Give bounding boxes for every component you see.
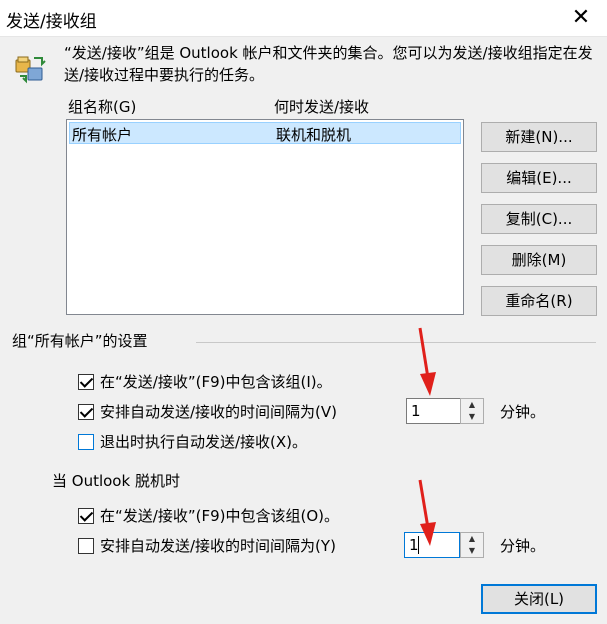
rename-button[interactable]: 重命名(R) (481, 286, 597, 316)
intro-text: “发送/接收”组是 Outlook 帐户和文件夹的集合。您可以为发送/接收组指定… (64, 44, 593, 84)
send-receive-icon (14, 52, 48, 86)
list-item-name: 所有帐户 (72, 126, 133, 144)
group-divider (196, 342, 596, 343)
spin-down-icon[interactable]: ▼ (461, 411, 483, 423)
list-item[interactable]: 所有帐户 联机和脱机 (69, 122, 461, 144)
on-exit-checkbox[interactable] (78, 434, 94, 450)
annotation-arrow-icon (418, 327, 436, 396)
offline-schedule-label[interactable]: 安排自动发送/接收的时间间隔为(Y) (100, 535, 336, 556)
schedule-label[interactable]: 安排自动发送/接收的时间间隔为(V) (100, 401, 337, 422)
offline-include-label[interactable]: 在“发送/接收”(F9)中包含该组(O)。 (100, 505, 339, 526)
column-header-name[interactable]: 组名称(G) (68, 96, 136, 117)
offline-include-checkbox[interactable] (78, 508, 94, 524)
schedule-checkbox[interactable] (78, 404, 94, 420)
schedule-unit: 分钟。 (500, 403, 546, 421)
copy-button[interactable]: 复制(C)... (481, 204, 597, 234)
edit-button[interactable]: 编辑(E)... (481, 163, 597, 193)
spin-up-icon[interactable]: ▲ (461, 399, 483, 411)
close-button[interactable]: 关闭(L) (481, 584, 597, 614)
include-group-checkbox[interactable] (78, 374, 94, 390)
annotation-arrow-icon (418, 479, 436, 546)
offline-schedule-checkbox[interactable] (78, 538, 94, 554)
include-group-label[interactable]: 在“发送/接收”(F9)中包含该组(I)。 (100, 371, 332, 392)
offline-group-label: 当 Outlook 脱机时 (52, 472, 180, 490)
schedule-interval-input[interactable]: 1 (406, 398, 462, 424)
list-item-when: 联机和脱机 (276, 126, 352, 144)
new-button[interactable]: 新建(N)... (481, 122, 597, 152)
close-icon[interactable]: ✕ (566, 3, 596, 33)
offline-schedule-unit: 分钟。 (500, 537, 546, 555)
on-exit-label[interactable]: 退出时执行自动发送/接收(X)。 (100, 431, 307, 452)
delete-button[interactable]: 删除(M) (481, 245, 597, 275)
column-header-when[interactable]: 何时发送/接收 (274, 96, 369, 117)
spin-down-icon[interactable]: ▼ (461, 545, 483, 557)
group-settings-label: 组“所有帐户”的设置 (12, 332, 148, 350)
window-title: 发送/接收组 (6, 12, 97, 32)
group-list[interactable]: 所有帐户 联机和脱机 (66, 119, 464, 315)
spin-up-icon[interactable]: ▲ (461, 533, 483, 545)
schedule-interval-spinner[interactable]: ▲ ▼ (460, 398, 484, 424)
offline-interval-spinner[interactable]: ▲ ▼ (460, 532, 484, 558)
title-divider (0, 36, 607, 37)
